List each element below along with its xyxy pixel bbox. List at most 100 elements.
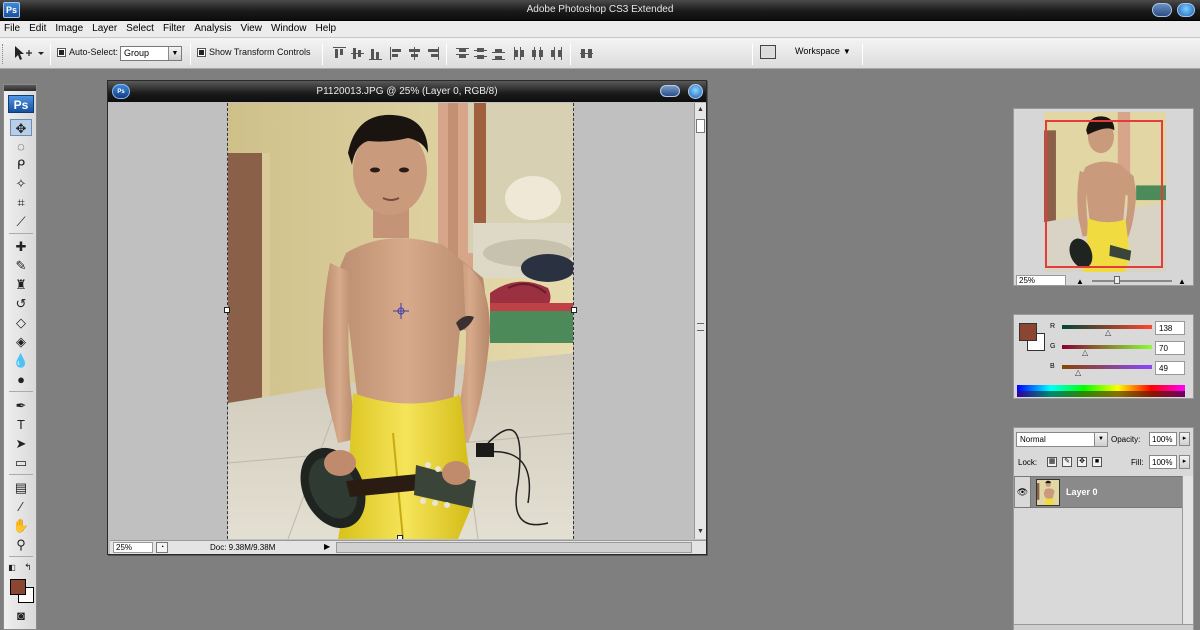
crop-tool-icon[interactable]: ⌗ <box>10 194 32 211</box>
menu-layer[interactable]: Layer <box>88 21 122 34</box>
menu-image[interactable]: Image <box>51 21 88 34</box>
align-top-edges-icon[interactable] <box>333 47 346 60</box>
scroll-down-icon[interactable]: ▼ <box>696 527 705 536</box>
healing-brush-tool-icon[interactable]: ✚ <box>10 238 32 255</box>
tool-preset-picker[interactable] <box>12 44 46 62</box>
close-button[interactable] <box>1177 3 1195 17</box>
lock-position-icon[interactable]: ✥ <box>1077 457 1087 467</box>
auto-select-checkbox[interactable] <box>57 48 66 57</box>
green-slider-thumb[interactable]: △ <box>1082 348 1088 357</box>
lasso-tool-icon[interactable]: ᑭ <box>10 156 32 173</box>
lock-image-icon[interactable]: ✎ <box>1062 457 1072 467</box>
show-transform-checkbox[interactable] <box>197 48 206 57</box>
transform-handle[interactable] <box>224 307 230 313</box>
menu-view[interactable]: View <box>236 21 267 34</box>
hand-tool-icon[interactable]: ✋ <box>10 517 32 534</box>
red-value-input[interactable]: 138 <box>1155 321 1185 335</box>
align-right-edges-icon[interactable] <box>426 47 439 60</box>
scroll-grip[interactable] <box>697 323 704 331</box>
document-zoom-field[interactable]: 25% <box>113 542 153 553</box>
magic-wand-tool-icon[interactable]: ✧ <box>10 175 32 192</box>
brush-tool-icon[interactable]: ✎ <box>10 257 32 274</box>
history-brush-tool-icon[interactable]: ↺ <box>10 295 32 312</box>
align-bottom-edges-icon[interactable] <box>369 47 382 60</box>
foreground-color-swatch[interactable] <box>10 579 26 595</box>
document-status-icon[interactable]: ◔ <box>156 542 168 553</box>
toolbox-logo[interactable]: Ps <box>8 95 34 113</box>
document-title-bar[interactable]: Ps P1120013.JPG @ 25% (Layer 0, RGB/8) <box>108 81 706 102</box>
marquee-tool-icon[interactable]: ◌ <box>10 138 32 155</box>
notes-tool-icon[interactable]: ▤ <box>10 479 32 496</box>
move-tool-icon[interactable]: ✥ <box>10 119 32 136</box>
transform-handle[interactable] <box>571 307 577 313</box>
bridge-icon[interactable] <box>760 45 776 59</box>
menu-window[interactable]: Window <box>267 21 312 34</box>
navigator-zoom-knob[interactable] <box>1114 276 1120 284</box>
green-slider-track[interactable] <box>1062 345 1152 349</box>
color-spectrum-bar[interactable] <box>1017 385 1185 397</box>
eyedropper-tool-icon[interactable]: ⁄ <box>10 498 32 515</box>
layer-row[interactable]: 👁 Layer 0 <box>1014 476 1182 508</box>
distribute-horizontal-centers-icon[interactable] <box>531 47 544 60</box>
navigator-zoom-field[interactable]: 25% <box>1016 275 1066 286</box>
eraser-tool-icon[interactable]: ◇ <box>10 314 32 331</box>
eye-icon[interactable]: 👁 <box>1015 477 1031 507</box>
menu-select[interactable]: Select <box>122 21 159 34</box>
color-foreground-swatch[interactable] <box>1019 323 1037 341</box>
blend-mode-dropdown[interactable]: Normal ▼ <box>1016 432 1108 447</box>
navigator-view-box[interactable] <box>1045 120 1163 268</box>
document-close-button[interactable] <box>688 84 703 99</box>
navigator-zoom-slider[interactable] <box>1092 280 1172 282</box>
paint-bucket-tool-icon[interactable]: ◈ <box>10 333 32 350</box>
auto-select-dropdown[interactable]: Group ▼ <box>120 46 182 61</box>
opacity-arrow-icon[interactable]: ▸ <box>1179 432 1190 446</box>
menu-filter[interactable]: Filter <box>159 21 190 34</box>
lock-transparent-icon[interactable]: ▦ <box>1047 457 1057 467</box>
auto-align-layers-icon[interactable] <box>580 47 593 60</box>
horizontal-scrollbar[interactable] <box>336 542 692 553</box>
document-canvas[interactable] <box>110 103 694 539</box>
path-selection-tool-icon[interactable]: ➤ <box>10 435 32 452</box>
menu-help[interactable]: Help <box>312 21 342 34</box>
type-tool-icon[interactable]: T <box>10 416 32 433</box>
align-horizontal-centers-icon[interactable] <box>408 47 421 60</box>
options-grip[interactable] <box>2 44 5 64</box>
workspace-menu[interactable]: Workspace ▼ <box>795 46 851 56</box>
transform-handle[interactable] <box>397 535 403 539</box>
toolbox-grip[interactable] <box>4 85 36 91</box>
green-value-input[interactable]: 70 <box>1155 341 1185 355</box>
slice-tool-icon[interactable]: ⟋ <box>10 213 32 230</box>
distribute-left-edges-icon[interactable] <box>513 47 526 60</box>
menu-analysis[interactable]: Analysis <box>190 21 236 34</box>
vertical-scrollbar[interactable]: ▲ ▼ <box>694 103 706 539</box>
zoom-out-icon[interactable]: ▲ <box>1076 277 1084 286</box>
blue-slider-thumb[interactable]: △ <box>1075 368 1081 377</box>
document-minimize-button[interactable] <box>660 85 680 97</box>
blur-tool-icon[interactable]: 💧 <box>10 352 32 369</box>
opacity-input[interactable]: 100% <box>1149 432 1177 446</box>
blue-value-input[interactable]: 49 <box>1155 361 1185 375</box>
lock-all-icon[interactable]: ■ <box>1092 457 1102 467</box>
layers-scrollbar[interactable] <box>1182 476 1193 628</box>
align-left-edges-icon[interactable] <box>390 47 403 60</box>
fill-arrow-icon[interactable]: ▸ <box>1179 455 1190 469</box>
status-menu-arrow-icon[interactable]: ▶ <box>324 542 334 553</box>
menu-edit[interactable]: Edit <box>25 21 51 34</box>
pen-tool-icon[interactable]: ✒ <box>10 397 32 414</box>
distribute-vertical-centers-icon[interactable] <box>474 47 487 60</box>
swap-colors-icon[interactable]: ↰ <box>22 559 34 576</box>
zoom-in-icon[interactable]: ▲ <box>1178 277 1186 286</box>
minimize-button[interactable] <box>1152 3 1172 17</box>
dodge-tool-icon[interactable]: ● <box>10 371 32 388</box>
scroll-up-icon[interactable]: ▲ <box>696 105 705 114</box>
scroll-thumb[interactable] <box>696 119 705 133</box>
fill-input[interactable]: 100% <box>1149 455 1177 469</box>
default-colors-icon[interactable]: ◧ <box>6 559 18 576</box>
red-slider-thumb[interactable]: △ <box>1105 328 1111 337</box>
quick-mask-icon[interactable]: ◙ <box>10 607 32 624</box>
shape-tool-icon[interactable]: ▭ <box>10 454 32 471</box>
distribute-right-edges-icon[interactable] <box>549 47 562 60</box>
distribute-top-edges-icon[interactable] <box>456 47 469 60</box>
zoom-tool-icon[interactable]: ⚲ <box>10 536 32 553</box>
menu-file[interactable]: File <box>0 21 25 34</box>
